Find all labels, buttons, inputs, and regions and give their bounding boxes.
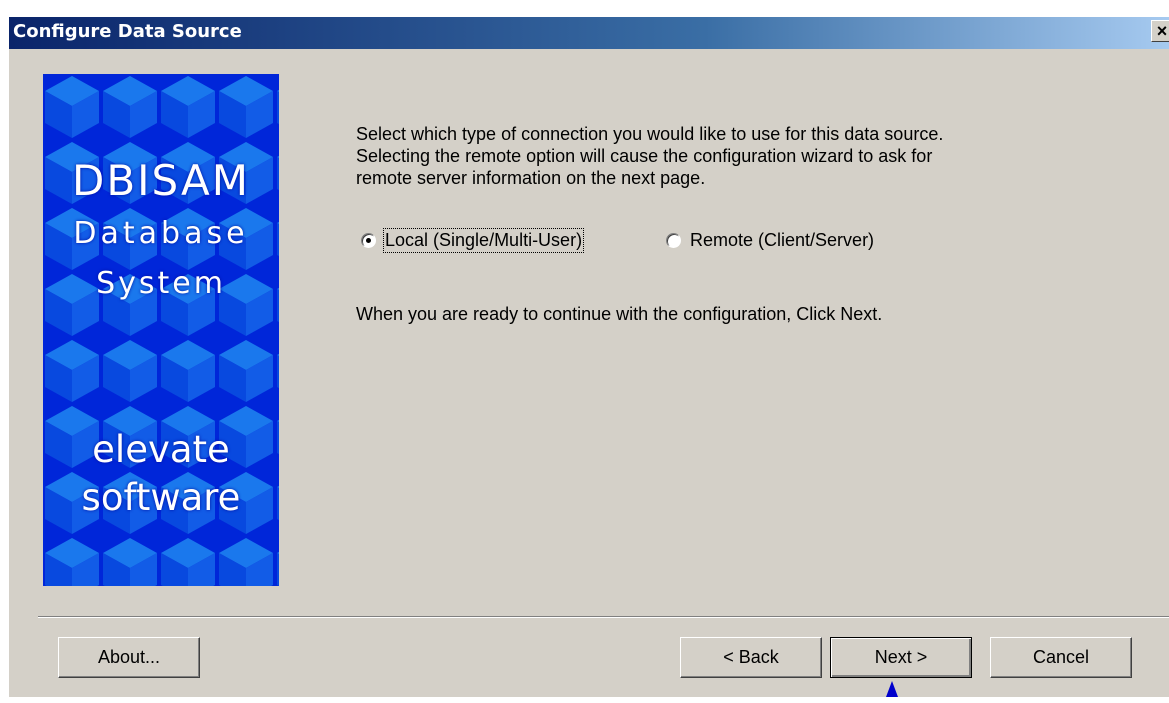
local-connection-label[interactable]: Local (Single/Multi-User) xyxy=(382,227,585,253)
intro-line: Selecting the remote option will cause t… xyxy=(356,146,933,166)
local-connection-radio[interactable]: Local (Single/Multi-User) xyxy=(361,227,585,253)
ready-instruction-text: When you are ready to continue with the … xyxy=(356,304,883,324)
mouse-pointer-icon xyxy=(886,681,898,697)
back-button[interactable]: < Back xyxy=(680,637,822,678)
intro-line: Select which type of connection you woul… xyxy=(356,124,944,144)
about-button[interactable]: About... xyxy=(58,637,200,678)
close-icon[interactable]: × xyxy=(1151,20,1169,42)
banner-vendor-line1: elevate xyxy=(92,428,230,471)
banner-title: DBISAM xyxy=(72,156,250,205)
radio-checked-icon[interactable] xyxy=(361,232,376,248)
remote-connection-radio[interactable]: Remote (Client/Server) xyxy=(666,228,874,252)
radio-unchecked-icon[interactable] xyxy=(666,232,681,248)
configure-data-source-dialog: Configure Data Source × DBISAM Database … xyxy=(8,16,1169,697)
title-bar[interactable]: Configure Data Source × xyxy=(9,17,1169,49)
dbisam-banner-image: DBISAM Database System elevate software xyxy=(43,74,279,586)
banner-vendor-line2: software xyxy=(81,476,241,519)
intro-text: Select which type of connection you woul… xyxy=(356,123,1116,189)
window-title: Configure Data Source xyxy=(13,21,242,42)
remote-connection-label[interactable]: Remote (Client/Server) xyxy=(690,230,874,251)
intro-line: remote server information on the next pa… xyxy=(356,168,706,188)
cancel-button[interactable]: Cancel xyxy=(990,637,1132,678)
button-divider xyxy=(38,616,1169,618)
banner-subtitle-line1: Database xyxy=(73,216,249,251)
next-button[interactable]: Next > xyxy=(830,637,972,678)
banner-subtitle-line2: System xyxy=(96,266,226,301)
